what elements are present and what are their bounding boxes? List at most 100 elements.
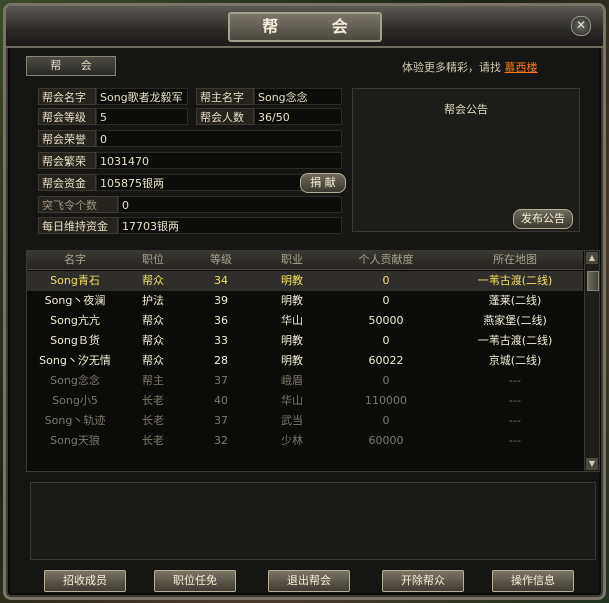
tab-guild[interactable]: 帮 会 xyxy=(26,56,116,76)
cell-contrib: 0 xyxy=(382,334,390,347)
table-row[interactable]: Song小5 长老 40 华山 110000 --- xyxy=(27,391,583,411)
prosperity-value: 1031470 xyxy=(96,152,342,169)
cell-map: 燕家堡(二线) xyxy=(483,314,547,327)
members-label: 帮会人数 xyxy=(196,108,254,125)
cell-contrib: 110000 xyxy=(365,394,407,407)
operation-log-button[interactable]: 操作信息 xyxy=(492,570,574,592)
scrollbar[interactable]: ▲ ▼ xyxy=(584,251,599,471)
recruit-button[interactable]: 招收成员 xyxy=(44,570,126,592)
cell-class: 明教 xyxy=(281,274,303,287)
donate-button[interactable]: 捐 献 xyxy=(300,173,346,193)
cell-contrib: 0 xyxy=(382,294,390,307)
cell-contrib: 0 xyxy=(382,374,390,387)
message-area xyxy=(30,482,596,560)
cell-contrib: 0 xyxy=(382,274,390,287)
col-rank[interactable]: 职位 xyxy=(123,251,183,269)
cell-map: --- xyxy=(509,394,521,407)
cell-level: 39 xyxy=(214,294,228,307)
guild-name-value: Song歌者龙毅军 xyxy=(96,88,188,105)
leave-guild-button[interactable]: 退出帮会 xyxy=(268,570,350,592)
notice-title: 帮会公告 xyxy=(444,103,488,116)
table-row[interactable]: Song念念 帮主 37 峨眉 0 --- xyxy=(27,371,583,391)
expel-member-button[interactable]: 开除帮众 xyxy=(382,570,464,592)
cell-name: Song小5 xyxy=(52,394,98,407)
cell-contrib: 60022 xyxy=(368,354,404,367)
cell-map: --- xyxy=(509,414,521,427)
cell-level: 33 xyxy=(214,334,228,347)
scroll-down-icon[interactable]: ▼ xyxy=(586,458,598,470)
cell-rank: 帮众 xyxy=(142,354,164,367)
cell-rank: 长老 xyxy=(142,414,164,427)
cell-class: 明教 xyxy=(281,294,303,307)
table-row[interactable]: Song亢亢 帮众 36 华山 50000 燕家堡(二线) xyxy=(27,311,583,331)
table-row[interactable]: Song丶夜澜 护法 39 明教 0 蓬莱(二线) xyxy=(27,291,583,311)
cell-contrib: 60000 xyxy=(368,434,404,447)
table-row[interactable]: Song丶轨迹 长老 37 武当 0 --- xyxy=(27,411,583,431)
leader-label: 帮主名字 xyxy=(196,88,254,105)
col-level[interactable]: 等级 xyxy=(183,251,259,269)
npc-link[interactable]: 慕西楼 xyxy=(505,61,538,74)
notice-panel: 帮会公告 发布公告 xyxy=(352,88,580,232)
cell-name: Song念念 xyxy=(50,374,100,387)
col-name[interactable]: 名字 xyxy=(27,251,123,269)
cell-class: 武当 xyxy=(281,414,303,427)
cell-level: 34 xyxy=(214,274,228,287)
close-button[interactable]: ✕ xyxy=(571,16,591,36)
table-row[interactable]: Song天狼 长老 32 少林 60000 --- xyxy=(27,431,583,451)
window-title: 帮 会 xyxy=(228,12,382,42)
cell-level: 36 xyxy=(214,314,228,327)
cell-level: 37 xyxy=(214,414,228,427)
hint-label: 体验更多精彩，请找 xyxy=(402,61,501,74)
table-header: 名字 职位 等级 职业 个人贡献度 所在地图 xyxy=(27,251,583,270)
honor-value: 0 xyxy=(96,130,342,147)
cell-name: SongＢ货 xyxy=(50,334,100,347)
breakthrough-label: 突飞令个数 xyxy=(38,196,118,213)
cell-level: 28 xyxy=(214,354,228,367)
cell-map: 一苇古渡(二线) xyxy=(477,334,553,347)
cell-level: 37 xyxy=(214,374,228,387)
cell-map: --- xyxy=(509,374,521,387)
cell-rank: 长老 xyxy=(142,394,164,407)
breakthrough-value: 0 xyxy=(118,196,342,213)
hint-text: 体验更多精彩，请找 慕西楼 xyxy=(402,59,538,75)
cell-map: 京城(二线) xyxy=(488,354,542,367)
col-map[interactable]: 所在地图 xyxy=(447,251,583,269)
title-bar[interactable]: 帮 会 ✕ xyxy=(6,6,603,48)
guild-name-label: 帮会名字 xyxy=(38,88,96,105)
cell-rank: 护法 xyxy=(142,294,164,307)
cell-rank: 帮众 xyxy=(142,334,164,347)
cell-name: Song青石 xyxy=(50,274,100,287)
cell-class: 少林 xyxy=(281,434,303,447)
cell-rank: 帮众 xyxy=(142,314,164,327)
cell-map: 蓬莱(二线) xyxy=(488,294,542,307)
table-row[interactable]: Song丶汐无情 帮众 28 明教 60022 京城(二线) xyxy=(27,351,583,371)
cell-class: 华山 xyxy=(281,314,303,327)
col-contrib[interactable]: 个人贡献度 xyxy=(325,251,447,269)
cell-class: 明教 xyxy=(281,334,303,347)
cell-rank: 帮众 xyxy=(142,274,164,287)
table-row[interactable]: Song青石 帮众 34 明教 0 一苇古渡(二线) xyxy=(27,271,583,291)
cell-name: Song亢亢 xyxy=(50,314,100,327)
col-class[interactable]: 职业 xyxy=(259,251,325,269)
cell-level: 40 xyxy=(214,394,228,407)
cell-rank: 帮主 xyxy=(142,374,164,387)
level-value: 5 xyxy=(96,108,188,125)
appoint-button[interactable]: 职位任免 xyxy=(154,570,236,592)
level-label: 帮会等级 xyxy=(38,108,96,125)
funds-label: 帮会资金 xyxy=(38,174,96,191)
prosperity-label: 帮会繁荣 xyxy=(38,152,96,169)
cell-map: --- xyxy=(509,434,521,447)
cell-name: Song丶轨迹 xyxy=(44,414,106,427)
scroll-thumb[interactable] xyxy=(587,271,599,291)
member-table: 名字 职位 等级 职业 个人贡献度 所在地图 Song青石 帮众 34 明教 0 一苇古渡… xyxy=(26,250,600,472)
scroll-up-icon[interactable]: ▲ xyxy=(586,252,598,264)
honor-label: 帮会荣誉 xyxy=(38,130,96,147)
cell-rank: 长老 xyxy=(142,434,164,447)
guild-window: 帮 会 ✕ 帮 会 体验更多精彩，请找 慕西楼 帮会名字 Song歌者龙毅军 帮… xyxy=(3,3,606,600)
cell-contrib: 50000 xyxy=(368,314,404,327)
cell-class: 华山 xyxy=(281,394,303,407)
publish-notice-button[interactable]: 发布公告 xyxy=(513,209,573,229)
upkeep-label: 每日维持资金 xyxy=(38,217,118,234)
upkeep-value: 17703银两 xyxy=(118,217,342,234)
table-row[interactable]: SongＢ货 帮众 33 明教 0 一苇古渡(二线) xyxy=(27,331,583,351)
